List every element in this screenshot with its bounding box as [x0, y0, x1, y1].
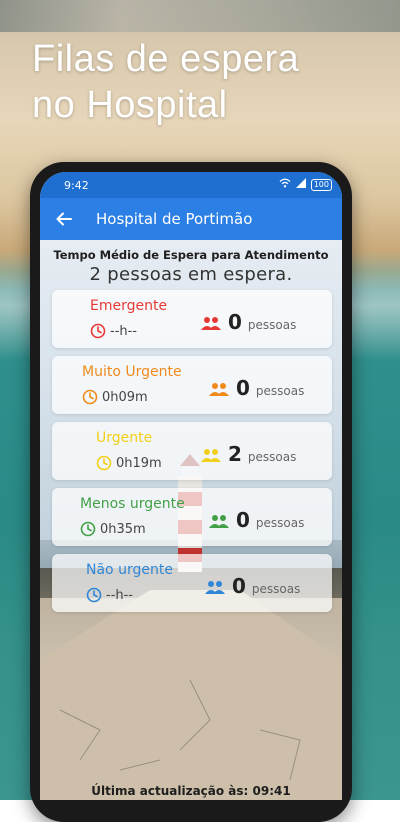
- content-area: Tempo Médio de Espera para Atendimento 2…: [40, 240, 342, 800]
- backdrop-pier-shape: [40, 590, 342, 800]
- clock-icon: [96, 455, 112, 471]
- triage-level-label: Emergente: [90, 298, 168, 314]
- people-count: 0: [228, 310, 242, 334]
- triage-card-menos-urgente[interactable]: Menos urgente 0h35m 0 pessoas: [52, 488, 332, 546]
- triage-level-label: Menos urgente: [80, 496, 185, 512]
- people-icon: [201, 317, 221, 330]
- people-icon: [201, 449, 221, 462]
- app-title: Hospital de Portimão: [96, 210, 253, 228]
- clock-icon: [86, 587, 102, 603]
- back-button[interactable]: [52, 207, 76, 231]
- wait-time: 0h35m: [80, 521, 146, 537]
- people-unit: pessoas: [247, 450, 297, 464]
- people-count: 2: [228, 442, 242, 466]
- background-buildings: [0, 0, 400, 32]
- people-waiting: 0 pessoas: [204, 574, 300, 598]
- people-count: 0: [232, 574, 246, 598]
- people-unit: pessoas: [247, 318, 297, 332]
- people-icon: [205, 581, 225, 594]
- phone-screen: 9:42 100 Hospital de Portimão Tempo Médi…: [40, 172, 342, 800]
- total-waiting: 2 pessoas em espera.: [89, 264, 293, 285]
- battery-icon: 100: [310, 178, 332, 191]
- app-bar: Hospital de Portimão: [40, 198, 342, 240]
- clock-icon: [90, 323, 106, 339]
- triage-level-label: Não urgente: [86, 562, 173, 578]
- wait-time: --h--: [86, 587, 133, 603]
- wait-time-value: 0h35m: [100, 521, 146, 537]
- clock-icon: [82, 389, 98, 405]
- wait-time-value: --h--: [106, 587, 134, 603]
- promo-title-line2: no Hospital: [32, 84, 228, 126]
- people-unit: pessoas: [255, 384, 305, 398]
- people-unit: pessoas: [255, 516, 305, 530]
- triage-card-nao-urgente[interactable]: Não urgente --h-- 0 pessoas: [52, 554, 332, 612]
- wait-time-value: --h--: [110, 323, 138, 339]
- status-time: 9:42: [64, 179, 89, 192]
- people-icon: [209, 515, 229, 528]
- promo-title-line1: Filas de espera: [32, 38, 300, 80]
- triage-card-muito-urgente[interactable]: Muito Urgente 0h09m 0 pessoas: [52, 356, 332, 414]
- triage-level-label: Urgente: [96, 430, 153, 446]
- wait-time: --h--: [90, 323, 137, 339]
- people-waiting: 0 pessoas: [208, 508, 304, 532]
- triage-card-urgente[interactable]: Urgente 0h19m 2 pessoas: [52, 422, 332, 480]
- wait-time-value: 0h09m: [102, 389, 148, 405]
- average-wait-subtitle: Tempo Médio de Espera para Atendimento: [53, 248, 329, 262]
- last-update: Última actualização às: 09:41: [91, 784, 291, 798]
- people-waiting: 0 pessoas: [200, 310, 296, 334]
- people-count: 0: [236, 508, 250, 532]
- status-icons: 100: [279, 178, 332, 191]
- people-waiting: 0 pessoas: [208, 376, 304, 400]
- clock-icon: [80, 521, 96, 537]
- promo-title: Filas de espera no Hospital: [32, 36, 372, 128]
- wifi-icon: [279, 178, 291, 191]
- wait-time-value: 0h19m: [116, 455, 162, 471]
- status-bar: 9:42 100: [40, 172, 342, 198]
- people-icon: [209, 383, 229, 396]
- wait-time: 0h19m: [96, 455, 162, 471]
- signal-icon: [295, 178, 307, 191]
- arrow-back-icon: [56, 212, 72, 226]
- wait-time: 0h09m: [82, 389, 148, 405]
- people-count: 0: [236, 376, 250, 400]
- triage-card-emergente[interactable]: Emergente --h-- 0 pessoas: [52, 290, 332, 348]
- people-waiting: 2 pessoas: [200, 442, 296, 466]
- triage-level-label: Muito Urgente: [82, 364, 182, 380]
- people-unit: pessoas: [251, 582, 301, 596]
